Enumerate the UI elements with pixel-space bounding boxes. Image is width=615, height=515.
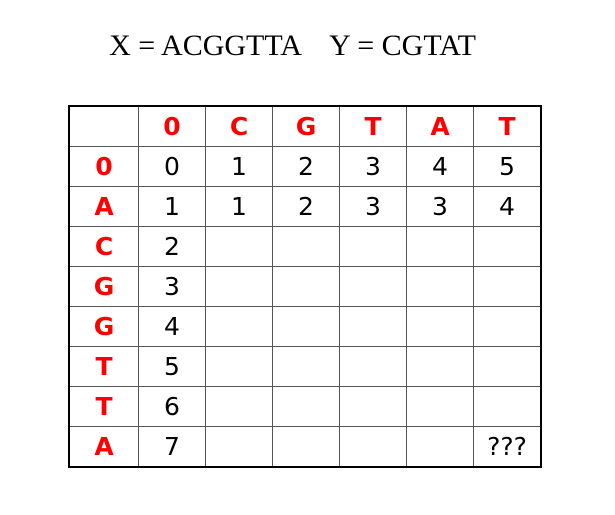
table-cell [473, 266, 542, 307]
table-cell: 4 [406, 146, 474, 187]
table-cell [406, 306, 474, 347]
table-cell: 1 [205, 186, 273, 227]
table-cell [272, 346, 340, 387]
table-row: T 6 [68, 386, 542, 427]
table-cell [339, 266, 407, 307]
table-cell: 3 [138, 266, 206, 307]
table-cell [473, 306, 542, 347]
table-cell [272, 266, 340, 307]
row-header: C [68, 226, 139, 267]
table-row: T 5 [68, 346, 542, 387]
table-cell [406, 226, 474, 267]
col-header: 0 [138, 105, 206, 147]
table-cell [272, 226, 340, 267]
table-row: C 2 [68, 226, 542, 267]
table-cell [205, 346, 273, 387]
table-cell: 2 [138, 226, 206, 267]
table-cell: 0 [138, 146, 206, 187]
table-row: A 1 1 2 3 3 4 [68, 186, 542, 227]
table-cell: 4 [138, 306, 206, 347]
table-cell: 1 [205, 146, 273, 187]
table-cell [205, 426, 273, 468]
table-cell [272, 386, 340, 427]
table-cell [473, 226, 542, 267]
table-cell: 3 [339, 186, 407, 227]
table-cell: ??? [473, 426, 542, 468]
table-cell [339, 386, 407, 427]
table-cell: 3 [339, 146, 407, 187]
table-cell [406, 386, 474, 427]
corner-cell [68, 105, 139, 147]
col-header: T [473, 105, 542, 147]
table-cell [339, 306, 407, 347]
table-cell [406, 266, 474, 307]
table-cell [473, 386, 542, 427]
table-cell: 2 [272, 186, 340, 227]
table-cell: 7 [138, 426, 206, 468]
table-row: 0 0 1 2 3 4 5 [68, 146, 542, 187]
table-cell [473, 346, 542, 387]
col-header: T [339, 105, 407, 147]
table-cell: 6 [138, 386, 206, 427]
row-header: G [68, 306, 139, 347]
table-cell: 5 [138, 346, 206, 387]
table-cell [272, 306, 340, 347]
table-cell: 5 [473, 146, 542, 187]
table-cell [205, 226, 273, 267]
table-cell: 4 [473, 186, 542, 227]
row-header: A [68, 426, 139, 468]
table-cell [406, 426, 474, 468]
table-row: A 7 ??? [68, 426, 542, 468]
row-header: T [68, 386, 139, 427]
table-cell: 2 [272, 146, 340, 187]
table-cell [205, 266, 273, 307]
table-cell [205, 306, 273, 347]
row-header: A [68, 186, 139, 227]
col-header: A [406, 105, 474, 147]
row-header: T [68, 346, 139, 387]
table-cell [205, 386, 273, 427]
row-header: G [68, 266, 139, 307]
table-cell [339, 426, 407, 468]
header-row: 0 C G T A T [68, 105, 542, 147]
table-cell [272, 426, 340, 468]
table-row: G 4 [68, 306, 542, 347]
col-header: C [205, 105, 273, 147]
table-cell [339, 346, 407, 387]
table-cell: 3 [406, 186, 474, 227]
table-cell [406, 346, 474, 387]
col-header: G [272, 105, 340, 147]
table-cell: 1 [138, 186, 206, 227]
table-row: G 3 [68, 266, 542, 307]
table-cell [339, 226, 407, 267]
row-header: 0 [68, 146, 139, 187]
page-title: X = ACGGTTA Y = CGTAT [109, 29, 476, 62]
edit-distance-table: 0 C G T A T 0 0 1 2 3 4 5 A 1 1 2 3 3 4 … [68, 105, 542, 468]
